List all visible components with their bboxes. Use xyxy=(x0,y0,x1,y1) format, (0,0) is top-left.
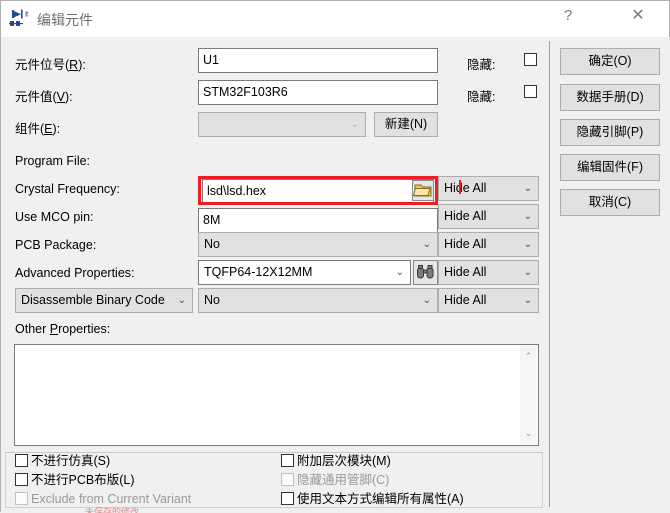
panel-divider xyxy=(549,41,550,507)
crystal-frequency-hide-select[interactable]: Hide All ⌄ xyxy=(438,204,539,229)
title-bar: 编辑元件 ? ✕ xyxy=(1,1,669,37)
component-icon xyxy=(9,8,31,30)
program-file-input[interactable]: lsd\lsd.hex xyxy=(202,179,434,204)
close-button[interactable]: ✕ xyxy=(615,1,661,31)
chevron-down-icon: ⌄ xyxy=(523,211,532,222)
no-pcb-layout-checkbox[interactable]: 不进行PCB布版(L) xyxy=(15,473,134,487)
pcb-package-label: PCB Package: xyxy=(15,238,97,252)
designator-hide-label: 隐藏: xyxy=(467,58,496,72)
hide-common-pins-checkbox: 隐藏通用管脚(C) xyxy=(281,473,389,487)
use-mco-pin-hide-select[interactable]: Hide All ⌄ xyxy=(438,232,539,257)
chevron-down-icon: ⌄ xyxy=(350,119,359,130)
edit-firmware-button[interactable]: 编辑固件(F) xyxy=(560,154,660,181)
other-properties-label: Other Properties: xyxy=(15,322,111,336)
crystal-frequency-input[interactable]: 8M xyxy=(198,208,438,233)
scroll-down-icon[interactable]: ⌄ xyxy=(520,425,537,442)
chevron-down-icon: ⌄ xyxy=(395,267,404,278)
checkbox-label: 不进行仿真(S) xyxy=(31,454,111,468)
advanced-properties-select[interactable]: No ⌄ xyxy=(198,288,438,313)
value-hide-label: 隐藏: xyxy=(467,90,496,104)
window-title: 编辑元件 xyxy=(37,12,93,28)
checkbox-label: 不进行PCB布版(L) xyxy=(31,473,135,487)
scroll-up-icon[interactable]: ⌃ xyxy=(520,348,537,365)
attach-hierarchy-checkbox[interactable]: 附加层次模块(M) xyxy=(281,454,391,468)
advanced-properties-selector[interactable]: Disassemble Binary Code ⌄ xyxy=(15,288,193,313)
use-mco-pin-select[interactable]: No ⌄ xyxy=(198,232,438,257)
hide-pins-button[interactable]: 隐藏引脚(P) xyxy=(560,119,660,146)
value-label: 元件值(V): xyxy=(15,90,73,104)
new-component-button[interactable]: 新建(N) xyxy=(374,112,438,137)
edit-component-dialog: 编辑元件 ? ✕ 元件位号(R): U1 隐藏: 元件值(V): STM32F1… xyxy=(0,0,670,513)
pcb-package-select[interactable]: TQFP64-12X12MM ⌄ xyxy=(198,260,411,285)
chevron-down-icon: ⌄ xyxy=(523,267,532,278)
checkbox-label: Exclude from Current Variant xyxy=(31,492,192,506)
advanced-properties-label: Advanced Properties: xyxy=(15,266,135,280)
no-simulation-checkbox[interactable]: 不进行仿真(S) xyxy=(15,454,110,468)
chevron-down-icon: ⌄ xyxy=(523,295,532,306)
checkbox-box xyxy=(281,454,294,467)
checkbox-box xyxy=(524,53,537,66)
checkbox-box xyxy=(281,473,294,486)
checkbox-box xyxy=(15,492,28,505)
other-properties-textarea[interactable]: ⌃ ⌄ xyxy=(14,344,539,446)
dialog-body: 元件位号(R): U1 隐藏: 元件值(V): STM32F103R6 隐藏: … xyxy=(1,37,670,513)
chevron-down-icon: ⌄ xyxy=(523,239,532,250)
designator-hide-checkbox[interactable] xyxy=(524,53,540,67)
use-mco-pin-label: Use MCO pin: xyxy=(15,210,94,224)
exclude-variant-checkbox: Exclude from Current Variant xyxy=(15,492,191,506)
component-select[interactable]: ⌄ xyxy=(198,112,366,137)
designator-label: 元件位号(R): xyxy=(15,58,86,72)
cancel-button[interactable]: 取消(C) xyxy=(560,189,660,216)
chevron-down-icon: ⌄ xyxy=(422,295,431,306)
checkbox-label: 隐藏通用管脚(C) xyxy=(297,473,390,487)
datasheet-button[interactable]: 数据手册(D) xyxy=(560,84,660,111)
value-input[interactable]: STM32F103R6 xyxy=(198,80,438,105)
textarea-scrollbar[interactable]: ⌃ ⌄ xyxy=(520,346,537,444)
checkbox-label: 附加层次模块(M) xyxy=(297,454,391,468)
value-hide-checkbox[interactable] xyxy=(524,85,540,99)
chevron-down-icon: ⌄ xyxy=(523,183,532,194)
chevron-down-icon: ⌄ xyxy=(177,295,186,306)
edit-all-as-text-checkbox[interactable]: 使用文本方式编辑所有属性(A) xyxy=(281,492,464,506)
checkbox-box xyxy=(281,492,294,505)
checkbox-box xyxy=(15,473,28,486)
checkbox-box xyxy=(15,454,28,467)
binoculars-icon[interactable] xyxy=(413,260,438,285)
ok-button[interactable]: 确定(O) xyxy=(560,48,660,75)
pcb-package-hide-select[interactable]: Hide All ⌄ xyxy=(438,260,539,285)
program-file-hide-select[interactable]: Hide All ⌄ xyxy=(438,176,539,201)
component-label: 组件(E): xyxy=(15,122,61,136)
checkbox-box xyxy=(524,85,537,98)
help-button[interactable]: ? xyxy=(545,1,591,31)
designator-input[interactable]: U1 xyxy=(198,48,438,73)
crystal-frequency-label: Crystal Frequency: xyxy=(15,182,120,196)
folder-icon[interactable] xyxy=(412,180,434,201)
text-caret xyxy=(459,180,461,194)
advanced-properties-hide-select[interactable]: Hide All ⌄ xyxy=(438,288,539,313)
program-file-label: Program File: xyxy=(15,154,91,168)
checkbox-label: 使用文本方式编辑所有属性(A) xyxy=(297,492,464,506)
chevron-down-icon: ⌄ xyxy=(422,239,431,250)
